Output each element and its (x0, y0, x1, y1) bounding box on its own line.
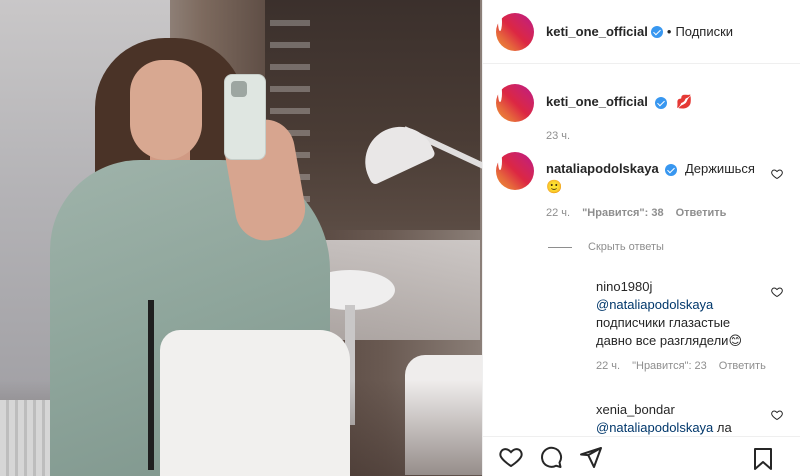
mention-link[interactable]: @nataliapodolskaya (596, 297, 713, 312)
comment-text: Держишься (684, 161, 755, 176)
skirt (160, 330, 350, 476)
reply-likes[interactable]: "Нравится": 23 (632, 359, 707, 373)
like-comment-icon[interactable] (771, 286, 783, 301)
comment-username[interactable]: nataliapodolskaya (546, 161, 659, 176)
phone (224, 74, 266, 160)
hide-replies-button[interactable]: Скрыть ответы (548, 241, 664, 253)
post-photo[interactable] (0, 0, 482, 476)
reply-text-line1: подписчики глазастые (596, 315, 731, 330)
post-side-panel: keti_one_official • Подписки keti_one_of… (482, 0, 800, 476)
comment-likes[interactable]: "Нравится": 38 (582, 204, 663, 222)
action-bar (483, 436, 800, 476)
hide-replies-label: Скрыть ответы (588, 241, 664, 253)
reply-username[interactable]: nino1980j (596, 279, 652, 294)
avatar[interactable] (496, 152, 534, 190)
verified-badge-icon (654, 96, 667, 109)
following-button[interactable]: Подписки (675, 24, 733, 39)
smile-emoji: 😊 (728, 333, 742, 348)
comments-list[interactable]: keti_one_official 💋 23 ч. nataliapodolsk… (483, 64, 800, 436)
bookmark-icon[interactable] (749, 445, 777, 473)
instagram-post: keti_one_official • Подписки keti_one_of… (0, 0, 800, 476)
avatar[interactable] (552, 399, 584, 431)
reply-text-line2: давно все разглядели (596, 333, 729, 348)
post-header: keti_one_official • Подписки (483, 0, 800, 64)
face (130, 60, 202, 160)
smile-emoji: 🙂 (546, 179, 563, 194)
heart-icon[interactable] (497, 443, 525, 471)
separator: • (666, 24, 672, 39)
kiss-emoji: 💋 (676, 94, 693, 109)
comment: nataliapodolskaya Держишься 🙂 22 ч. "Нра… (496, 152, 756, 222)
header-username[interactable]: keti_one_official (546, 24, 648, 39)
caption-username[interactable]: keti_one_official (546, 94, 648, 109)
reply-button[interactable]: Ответить (676, 204, 727, 222)
reply: nino1980j @nataliapodolskaya подписчики … (552, 277, 766, 373)
reply-button[interactable]: Ответить (719, 359, 766, 373)
mention-link[interactable]: @nataliapodolskaya (596, 420, 713, 435)
reply-text: ла (716, 420, 732, 435)
avatar[interactable] (496, 12, 534, 51)
like-comment-icon[interactable] (771, 168, 783, 183)
verified-badge-icon (650, 25, 663, 38)
caption: keti_one_official 💋 23 ч. (496, 84, 692, 145)
share-icon[interactable] (577, 443, 605, 471)
avatar[interactable] (496, 84, 534, 122)
like-comment-icon[interactable] (771, 409, 783, 424)
comment-icon[interactable] (537, 443, 565, 471)
reply-time[interactable]: 22 ч. (596, 359, 620, 373)
caption-time[interactable]: 23 ч. (546, 127, 570, 145)
reply-username[interactable]: xenia_bondar (596, 402, 675, 417)
avatar[interactable] (552, 277, 584, 309)
verified-badge-icon (665, 163, 678, 176)
comment-time[interactable]: 22 ч. (546, 204, 570, 222)
reply: xenia_bondar @nataliapodolskaya ла (552, 399, 776, 436)
